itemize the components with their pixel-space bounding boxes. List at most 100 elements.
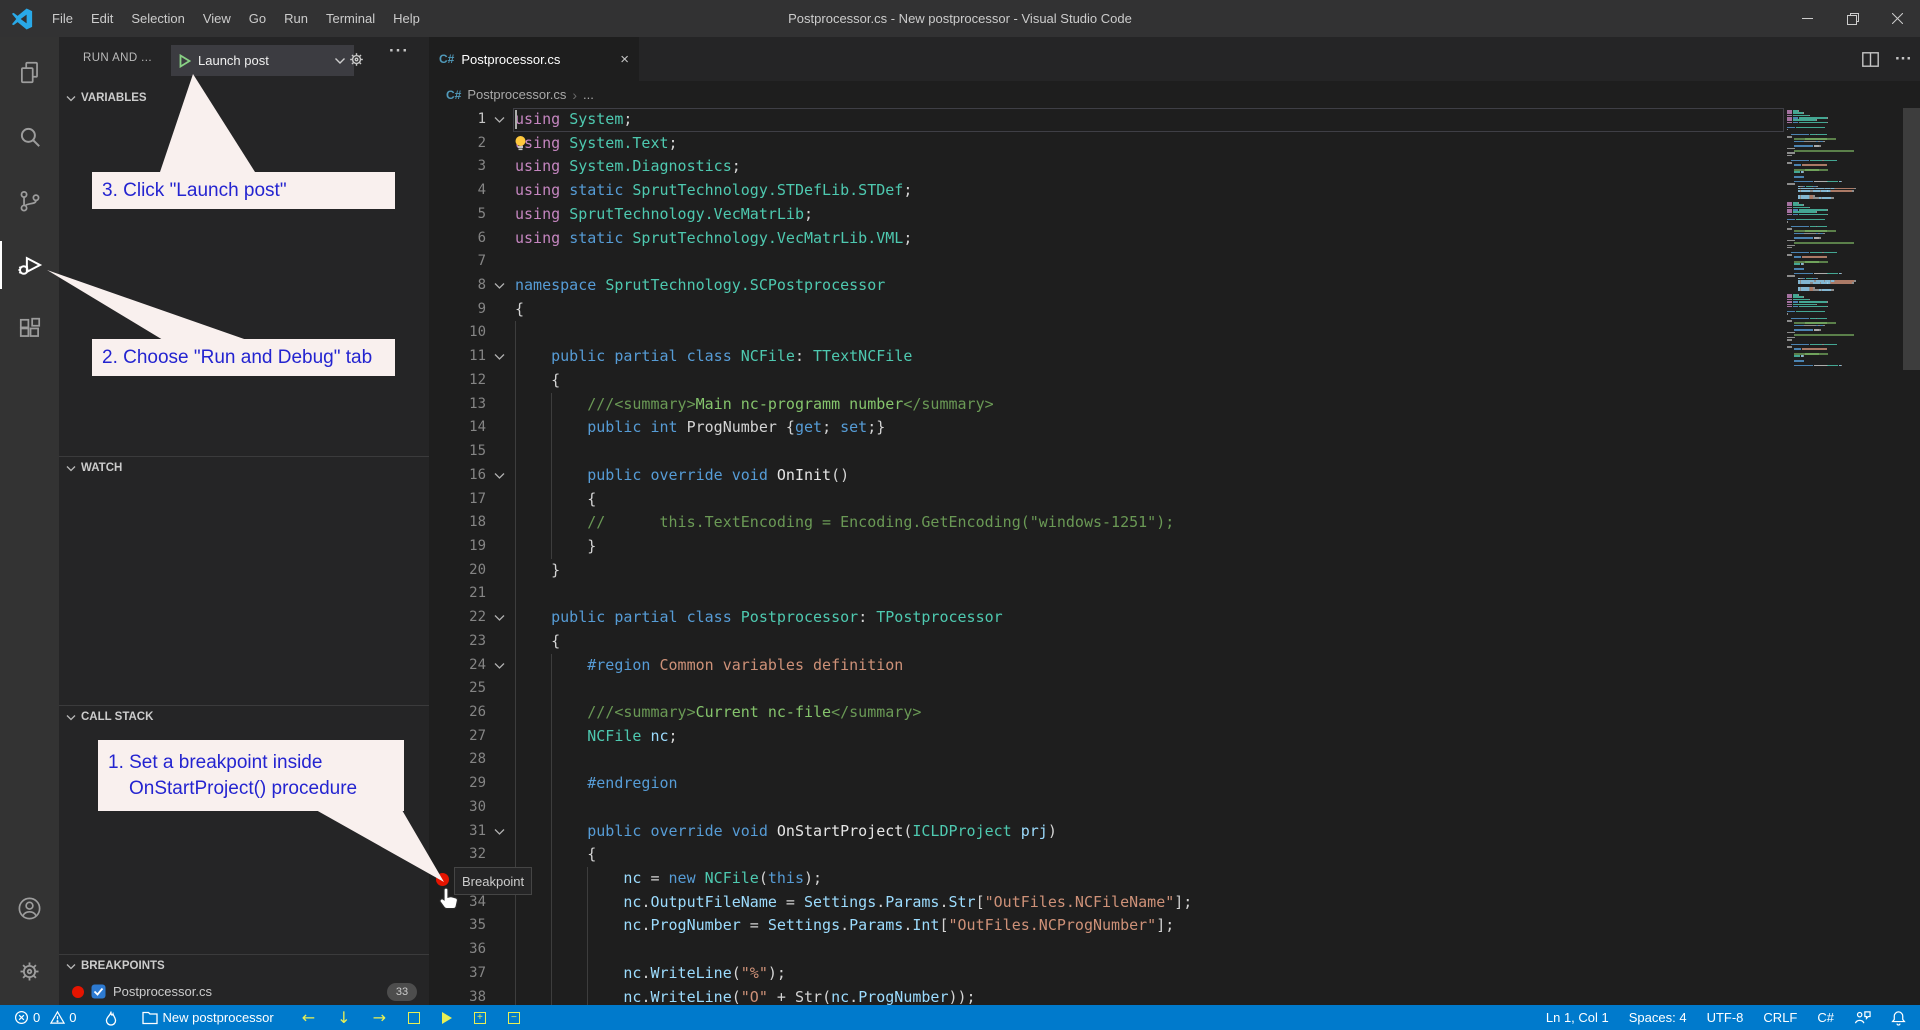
line-number[interactable]: 27 bbox=[429, 725, 486, 749]
line-number[interactable]: 11 bbox=[429, 345, 486, 369]
fold-chevron-icon[interactable] bbox=[492, 606, 506, 626]
explorer-icon[interactable] bbox=[0, 45, 59, 101]
warnings-status[interactable]: 0 bbox=[50, 1010, 76, 1025]
section-call-stack[interactable]: CALL STACK bbox=[59, 705, 429, 728]
zoom-out-icon[interactable]: − bbox=[508, 1012, 520, 1024]
search-icon[interactable] bbox=[0, 109, 59, 165]
menu-edit[interactable]: Edit bbox=[82, 0, 122, 37]
menu-selection[interactable]: Selection bbox=[122, 0, 193, 37]
line-number[interactable]: 7 bbox=[429, 250, 486, 274]
line-number[interactable]: 10 bbox=[429, 321, 486, 345]
line-number[interactable]: 25 bbox=[429, 677, 486, 701]
line-number[interactable]: 31 bbox=[429, 820, 486, 844]
zoom-in-icon[interactable]: + bbox=[474, 1012, 486, 1024]
line-number[interactable]: 1 bbox=[429, 108, 486, 132]
menu-terminal[interactable]: Terminal bbox=[317, 0, 384, 37]
fold-chevron-icon[interactable] bbox=[492, 820, 506, 840]
fold-chevron-icon[interactable] bbox=[492, 464, 506, 484]
step-back-icon[interactable]: ← bbox=[302, 1010, 315, 1026]
feedback-icon[interactable] bbox=[1854, 1010, 1871, 1025]
line-number[interactable]: 36 bbox=[429, 938, 486, 962]
lightbulb-icon[interactable] bbox=[513, 135, 528, 156]
line-number[interactable]: 5 bbox=[429, 203, 486, 227]
breadcrumb-file[interactable]: Postprocessor.cs bbox=[467, 87, 566, 102]
menu-run[interactable]: Run bbox=[275, 0, 317, 37]
code-editor[interactable]: 1234567891011121314151617181920212223242… bbox=[429, 108, 1920, 1005]
line-number[interactable]: 30 bbox=[429, 796, 486, 820]
minimize-icon[interactable] bbox=[1785, 0, 1830, 37]
stop-square-icon[interactable] bbox=[408, 1012, 420, 1024]
breakpoint-list-item[interactable]: Postprocessor.cs 33 bbox=[59, 980, 429, 1003]
step-over-icon[interactable]: → bbox=[373, 1010, 386, 1026]
step-into-icon[interactable]: ↓ bbox=[337, 1010, 350, 1026]
language-mode-status[interactable]: C# bbox=[1817, 1010, 1834, 1025]
section-breakpoints[interactable]: BREAKPOINTS bbox=[59, 954, 429, 977]
line-number[interactable]: 3 bbox=[429, 155, 486, 179]
eol-status[interactable]: CRLF bbox=[1763, 1010, 1797, 1025]
encoding-status[interactable]: UTF-8 bbox=[1707, 1010, 1744, 1025]
menu-file[interactable]: File bbox=[43, 0, 82, 37]
menu-help[interactable]: Help bbox=[384, 0, 429, 37]
line-number[interactable]: 19 bbox=[429, 535, 486, 559]
line-number[interactable]: 9 bbox=[429, 298, 486, 322]
close-icon[interactable] bbox=[1875, 0, 1920, 37]
line-number[interactable]: 35 bbox=[429, 914, 486, 938]
line-number[interactable]: 12 bbox=[429, 369, 486, 393]
line-number[interactable]: 13 bbox=[429, 393, 486, 417]
tab-postprocessor-cs[interactable]: C# Postprocessor.cs × bbox=[429, 37, 639, 81]
source-control-icon[interactable] bbox=[0, 173, 59, 229]
line-number[interactable]: 37 bbox=[429, 962, 486, 986]
line-number[interactable]: 24 bbox=[429, 654, 486, 678]
run-and-debug-icon[interactable] bbox=[0, 237, 59, 293]
indentation-status[interactable]: Spaces: 4 bbox=[1629, 1010, 1687, 1025]
fold-chevron-icon[interactable] bbox=[492, 345, 506, 365]
line-number[interactable]: 8 bbox=[429, 274, 486, 298]
cursor-position-status[interactable]: Ln 1, Col 1 bbox=[1546, 1010, 1609, 1025]
line-number[interactable]: 20 bbox=[429, 559, 486, 583]
notifications-bell-icon[interactable] bbox=[1891, 1010, 1906, 1026]
line-number[interactable]: 29 bbox=[429, 772, 486, 796]
workspace-folder-status[interactable]: New postprocessor bbox=[142, 1010, 273, 1025]
flame-icon[interactable] bbox=[104, 1010, 118, 1026]
breakpoint-dot-icon[interactable] bbox=[436, 873, 449, 886]
views-more-actions-icon[interactable]: ··· bbox=[389, 41, 409, 61]
menu-go[interactable]: Go bbox=[240, 0, 275, 37]
fold-chevron-icon[interactable] bbox=[492, 654, 506, 674]
minimap[interactable] bbox=[1785, 108, 1903, 1005]
line-number[interactable]: 18 bbox=[429, 511, 486, 535]
breadcrumb-more[interactable]: ... bbox=[583, 87, 594, 102]
errors-status[interactable]: 0 bbox=[14, 1010, 40, 1025]
run-play-icon[interactable] bbox=[442, 1012, 452, 1024]
line-number[interactable]: 14 bbox=[429, 416, 486, 440]
restore-icon[interactable] bbox=[1830, 0, 1875, 37]
scrollbar-slider[interactable] bbox=[1903, 108, 1920, 370]
settings-gear-icon[interactable] bbox=[0, 943, 59, 999]
line-number[interactable]: 4 bbox=[429, 179, 486, 203]
breadcrumb[interactable]: C# Postprocessor.cs › ... bbox=[429, 81, 1920, 108]
tab-close-icon[interactable]: × bbox=[620, 51, 629, 68]
line-number[interactable]: 16 bbox=[429, 464, 486, 488]
more-actions-icon[interactable]: ··· bbox=[1895, 49, 1912, 69]
line-number[interactable]: 38 bbox=[429, 986, 486, 1005]
line-number[interactable]: 28 bbox=[429, 748, 486, 772]
section-variables[interactable]: VARIABLES bbox=[59, 87, 429, 109]
fold-chevron-icon[interactable] bbox=[492, 274, 506, 294]
line-number[interactable]: 17 bbox=[429, 488, 486, 512]
section-watch[interactable]: WATCH bbox=[59, 456, 429, 479]
configure-gear-icon[interactable] bbox=[347, 50, 366, 74]
line-number[interactable]: 21 bbox=[429, 582, 486, 606]
checkbox-checked-icon[interactable] bbox=[91, 984, 106, 999]
line-number[interactable]: 15 bbox=[429, 440, 486, 464]
line-number[interactable]: 26 bbox=[429, 701, 486, 725]
accounts-icon[interactable] bbox=[0, 880, 59, 936]
fold-chevron-icon[interactable] bbox=[492, 108, 506, 128]
extensions-icon[interactable] bbox=[0, 301, 59, 357]
line-number[interactable]: 6 bbox=[429, 227, 486, 251]
launch-configuration-button[interactable]: Launch post bbox=[171, 45, 354, 76]
menu-view[interactable]: View bbox=[194, 0, 240, 37]
split-editor-icon[interactable] bbox=[1862, 52, 1879, 67]
line-number[interactable]: 23 bbox=[429, 630, 486, 654]
line-number[interactable]: 32 bbox=[429, 843, 486, 867]
line-number[interactable]: 2 bbox=[429, 132, 486, 156]
line-number[interactable]: 22 bbox=[429, 606, 486, 630]
